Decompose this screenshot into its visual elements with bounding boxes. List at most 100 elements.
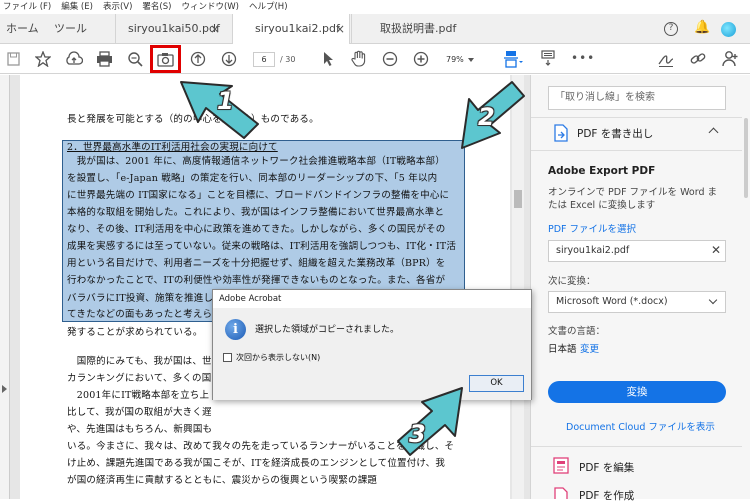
document-line: に世界最先端の IT国家になる」ことを目標に、ブロードバンドインフラの整備を中心… — [67, 190, 450, 201]
save-icon[interactable] — [7, 52, 20, 66]
tab-document-3[interactable]: 取扱説明書.pdf — [351, 14, 471, 44]
menu-item[interactable]: ファイル (F) — [3, 0, 51, 14]
tools-search-input[interactable]: 「取り消し線」を検索 — [548, 86, 726, 110]
document-line: いる。今まさに、我々は、改めて我々の先を走っているランナーがいることを認識し、そ — [67, 441, 455, 452]
document-line: が国の経済再生に貢献するとともに、震災からの復興という喫緊の課題 — [67, 475, 378, 486]
document-line: バラバラにIT投資、施策を推進し、 — [67, 293, 223, 304]
select-file-link[interactable]: PDF ファイルを選択 — [548, 221, 636, 235]
dialog-title: Adobe Acrobat — [213, 290, 531, 308]
tab-close-icon[interactable]: × — [335, 14, 345, 44]
document-line: 成果を実感するには至っていない。従来の戦略は、IT利活用を強調しつつも、IT化・… — [67, 241, 457, 252]
star-icon[interactable] — [35, 51, 51, 67]
page-up-icon[interactable] — [190, 51, 206, 67]
page-down-icon[interactable] — [221, 51, 237, 67]
document-line: 行わなかったことで、ITの利便性や効率性が発揮できないものとなった。また、各省が — [67, 275, 446, 286]
ok-button[interactable]: OK — [469, 375, 524, 392]
tab-label: siryou1kai2.pdf — [255, 22, 340, 35]
language-change-link[interactable]: 変更 — [580, 341, 599, 355]
dont-show-again-checkbox[interactable] — [223, 353, 232, 362]
menu-item[interactable]: ヘルプ(H) — [249, 0, 288, 14]
document-scrollbar[interactable] — [512, 75, 524, 499]
convert-button[interactable]: 変換 — [548, 381, 726, 403]
export-pdf-icon — [554, 124, 568, 142]
print-icon[interactable] — [96, 51, 113, 67]
annotation-number-1: 1 — [217, 87, 234, 115]
more-icon[interactable]: ••• — [571, 51, 595, 65]
document-line: 比して、我が国の取組が大きく遅 — [67, 407, 212, 418]
document-line: 我が国は、2001 年に、高度情報通信ネットワーク社会推進戦略本部（IT戦略本部… — [67, 156, 445, 167]
annotation-number-3: 3 — [409, 420, 426, 448]
tab-label: 取扱説明書.pdf — [380, 22, 457, 35]
document-line: 用という名目だけで、利用者ニーズを十分把握せず、組織を超えた業務改革（BPR）を — [67, 258, 446, 269]
document-line: 発することが求められている。 — [67, 327, 203, 338]
sign-icon[interactable] — [657, 50, 675, 68]
menu-item[interactable]: ウィンドウ(W) — [181, 0, 239, 14]
zoom-in-icon[interactable] — [413, 51, 429, 67]
left-collapse-bar[interactable] — [0, 75, 10, 499]
tab-tools[interactable]: ツール — [54, 14, 87, 44]
document-cloud-link[interactable]: Document Cloud ファイルを表示 — [566, 419, 715, 433]
page-layout-icon[interactable] — [503, 50, 523, 68]
scrollbar-thumb[interactable] — [514, 190, 522, 208]
zoom-search-icon[interactable] — [127, 51, 144, 68]
snapshot-highlight-box — [150, 45, 181, 73]
document-line: 2001年にIT戦略本部を立ち上 — [67, 390, 210, 401]
copy-confirm-dialog: Adobe Acrobat i 選択した領域がコピーされました。 次回から表示し… — [212, 289, 532, 400]
page-scroll-icon[interactable] — [540, 50, 556, 67]
panel-scrollbar-thumb[interactable] — [744, 118, 748, 198]
bell-icon[interactable]: 🔔 — [694, 20, 710, 35]
document-line: 国際的にみても、我が国は、世 — [67, 356, 212, 367]
toolbar: 6 / 30 79% ••• — [0, 44, 750, 74]
menu-bar: ファイル (F) 編集 (E) 表示(V) 署名(S) ウィンドウ(W) ヘルプ(H) — [0, 0, 750, 14]
export-description: たは Excel に変換します — [548, 200, 656, 211]
menu-item[interactable]: 編集 (E) — [61, 0, 93, 14]
document-line: てきたなどの面もあったと考えら — [67, 309, 213, 320]
document-line: なり、その後、IT利活用を中心に政策を進めてきた。しかしながら、多くの国民がその — [67, 224, 446, 235]
selected-file-field[interactable]: siryou1kai2.pdf — [548, 240, 726, 262]
annotation-number-2: 2 — [478, 103, 495, 131]
tab-document-2[interactable]: siryou1kai2.pdf — [232, 14, 350, 45]
share-user-icon[interactable] — [721, 50, 739, 68]
avatar[interactable] — [721, 22, 736, 37]
edit-pdf-tool[interactable]: PDF を編集 — [579, 460, 634, 475]
document-line: け止め、課題先進国である我が国こそが、ITを経済成長のエンジンとして位置付け、我 — [67, 458, 446, 469]
chevron-down-icon[interactable] — [468, 58, 474, 62]
create-pdf-tool[interactable]: PDF を作成 — [579, 488, 634, 503]
tab-close-icon[interactable]: × — [210, 14, 220, 44]
document-line: カランキングにおいて、多くの国 — [67, 373, 212, 384]
upload-icon[interactable] — [65, 51, 83, 67]
help-icon[interactable]: ? — [664, 22, 678, 36]
tab-label: siryou1kai50.pdf — [128, 22, 220, 35]
dialog-message: 選択した領域がコピーされました。 — [255, 325, 400, 335]
document-line: 本格的な取組を開始した。これにより、我が国はインフラ整備において世界最高水準と — [67, 207, 445, 218]
hand-icon[interactable] — [351, 50, 367, 67]
zoom-level-dropdown[interactable]: 79% — [446, 52, 464, 67]
zoom-out-icon[interactable] — [382, 51, 398, 67]
info-icon: i — [225, 319, 246, 340]
document-line: や、先進国はもちろん、新興国も — [67, 424, 213, 435]
link-icon[interactable] — [689, 50, 707, 68]
menu-item[interactable]: 署名(S) — [142, 0, 171, 14]
document-line: を設置し、「e-Japan 戦略」の策定を行い、同本部のリーダーシップの下、「5… — [67, 173, 438, 184]
create-pdf-icon — [554, 487, 568, 499]
select-cursor-icon[interactable] — [322, 51, 334, 67]
export-pdf-header[interactable]: PDF を書き出し — [577, 126, 653, 141]
dialog-body: i 選択した領域がコピーされました。 次回から表示しない(N) OK — [213, 308, 531, 400]
language-value: 日本語 — [548, 344, 577, 355]
dont-show-again-label[interactable]: 次回から表示しない(N) — [236, 352, 320, 363]
section-heading: 2．世界最高水準のIT利活用社会の実現に向けて — [67, 142, 278, 153]
convert-to-label: 次に変換： — [548, 276, 596, 287]
document-line: 長と発展を可能とする（的の中心を射抜く）ものである。 — [67, 114, 319, 125]
edit-pdf-icon — [553, 457, 569, 474]
tab-home[interactable]: ホーム — [6, 14, 39, 44]
language-label: 文書の言語： — [548, 326, 606, 337]
export-description: オンラインで PDF ファイルを Word ま — [548, 187, 718, 198]
export-title: Adobe Export PDF — [548, 165, 656, 177]
convert-format-dropdown[interactable]: Microsoft Word (*.docx) — [548, 291, 726, 313]
tab-bar: ホーム ツール siryou1kai50.pdf × siryou1kai2.p… — [0, 14, 750, 45]
expand-arrow-icon[interactable] — [2, 385, 7, 393]
clear-file-icon[interactable]: ✕ — [711, 243, 721, 257]
page-number-input[interactable]: 6 — [253, 52, 275, 67]
page-total: / 30 — [280, 55, 296, 64]
menu-item[interactable]: 表示(V) — [103, 0, 132, 14]
